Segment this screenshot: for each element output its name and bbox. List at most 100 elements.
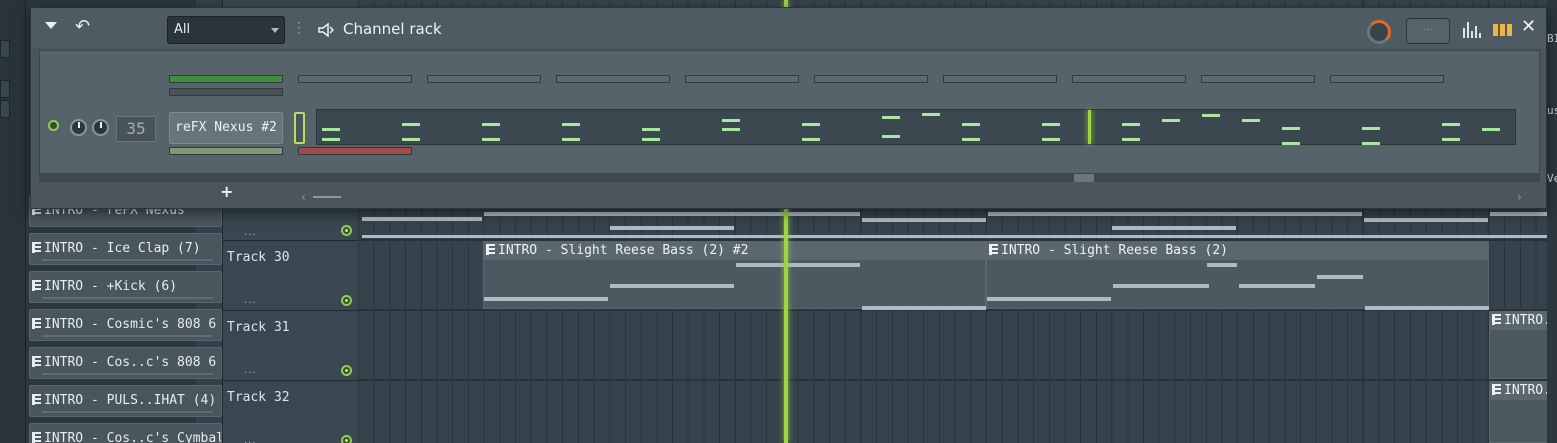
playlist-clip[interactable]: INTRO - Slight Reese Bass (2)	[986, 241, 1489, 310]
clip-note	[362, 235, 1557, 238]
channel-mixer-track[interactable]: 35	[116, 116, 156, 142]
piano-roll-note	[322, 138, 340, 141]
track-name: Track 30	[227, 250, 290, 265]
step-group-bar	[1201, 75, 1315, 83]
drag-handle-icon[interactable]: · · ·	[297, 17, 301, 39]
clip-note	[1113, 284, 1209, 288]
piano-roll-note	[922, 113, 940, 116]
clip-note	[1365, 306, 1489, 310]
swing-display[interactable]: ···	[1406, 18, 1450, 44]
track-mute-led[interactable]	[341, 365, 352, 376]
step-sequencer-view-icon[interactable]	[1493, 24, 1513, 36]
pattern-icon	[32, 280, 41, 291]
pattern-item[interactable]: INTRO - +Kick (6)	[29, 271, 222, 303]
graph-editor-icon[interactable]	[1463, 22, 1483, 38]
strip-marker[interactable]	[0, 40, 10, 58]
track-name: Track 31	[227, 320, 290, 335]
add-channel-button[interactable]: +	[220, 182, 233, 201]
clip-note	[484, 297, 608, 301]
clip-title: INTRO..ck	[1492, 382, 1554, 400]
channel-rack-window: ↶ All · · · Channel rack ··· ✕ 35 reFX N…	[30, 7, 1547, 209]
piano-roll-note	[1282, 142, 1300, 145]
playlist-clip[interactable]: INTRO - Slight Reese Bass (2) #2	[483, 241, 986, 310]
filter-value: All	[174, 22, 191, 37]
clip-title: INTRO - Slight Reese Bass (2)	[989, 242, 1486, 260]
channel-mute-led[interactable]	[48, 120, 59, 131]
track-mute-led[interactable]	[341, 435, 352, 443]
scroll-right-icon[interactable]: ›	[1517, 190, 1522, 204]
step-group-bar	[943, 75, 1057, 83]
step-group-bar	[814, 75, 928, 83]
window-title: Channel rack	[343, 20, 442, 38]
piano-roll-note	[882, 116, 900, 119]
right-edge-label: us	[1547, 104, 1557, 117]
close-icon[interactable]: ✕	[1521, 18, 1536, 36]
piano-roll-note	[1442, 123, 1460, 126]
channel-rack-titlebar[interactable]: ↶ All · · · Channel rack ··· ✕	[31, 8, 1546, 48]
clip-note	[1207, 263, 1237, 267]
step-group-bar	[1072, 75, 1186, 83]
group-color-bar	[169, 75, 283, 83]
track-dots: ...	[244, 227, 257, 238]
pattern-icon	[1492, 314, 1501, 325]
pattern-item[interactable]: INTRO - PULS..IHAT (4) #2	[29, 385, 222, 417]
swing-knob[interactable]	[1367, 20, 1391, 44]
channel-select-indicator[interactable]	[294, 112, 305, 144]
channel-pan-knob[interactable]	[70, 119, 87, 136]
horizontal-scroll-thumb[interactable]	[313, 196, 341, 198]
pattern-icon	[32, 394, 41, 405]
channel-filter-select[interactable]: All	[167, 16, 285, 44]
track-mute-led[interactable]	[341, 295, 352, 306]
clip-note	[484, 212, 860, 216]
piano-roll-note	[962, 123, 980, 126]
strip-marker[interactable]	[0, 80, 10, 98]
clip-note	[610, 226, 734, 230]
scroll-left-icon[interactable]: ‹	[301, 190, 306, 204]
piano-roll-note	[482, 138, 500, 141]
piano-roll-note	[1442, 138, 1460, 141]
track-dots: ...	[244, 365, 257, 376]
piano-roll-note	[802, 138, 820, 141]
piano-roll-note	[562, 138, 580, 141]
clip-note	[1239, 284, 1315, 288]
pattern-icon	[32, 432, 41, 443]
pattern-preview	[42, 335, 213, 337]
track-header[interactable]: Track 30 ...	[222, 240, 358, 310]
piano-roll-note	[1362, 127, 1380, 130]
left-tool-strip	[0, 0, 26, 443]
step-group-bar	[1330, 75, 1444, 83]
piano-roll-note	[1162, 119, 1180, 122]
undo-icon[interactable]: ↶	[75, 18, 90, 36]
pattern-item[interactable]: INTRO - Cos..c's 808 6 #2	[29, 347, 222, 379]
clip-note	[1317, 275, 1363, 279]
clip-note	[988, 212, 1362, 216]
piano-roll-note	[482, 123, 500, 126]
pattern-icon	[1492, 384, 1501, 395]
fl-studio-window: INTRO - reFX Nexus INTRO - Ice Clap (7) …	[0, 0, 1557, 443]
track-header[interactable]: Track 31 ...	[222, 310, 358, 380]
pattern-item[interactable]: INTRO - Ice Clap (7)	[29, 233, 222, 265]
group-color-bar	[169, 88, 283, 96]
piano-roll-preview[interactable]	[316, 109, 1516, 145]
strip-marker[interactable]	[0, 100, 10, 118]
pattern-icon	[486, 244, 495, 255]
track-dots: ...	[244, 295, 257, 306]
clip-note	[736, 263, 860, 267]
track-header[interactable]: Track 32 ...	[222, 380, 358, 443]
channel-volume-knob[interactable]	[92, 119, 109, 136]
scrollbar-thumb[interactable]	[1074, 174, 1094, 182]
pattern-item[interactable]: INTRO - Cos..c's Cymbal 1	[29, 423, 222, 443]
track-mute-led[interactable]	[341, 225, 352, 236]
piano-roll-note	[402, 123, 420, 126]
channel-name-button[interactable]: reFX Nexus #2	[169, 112, 283, 144]
track-separator	[358, 379, 1557, 381]
pattern-icon	[32, 318, 41, 329]
chevron-down-icon	[271, 28, 279, 33]
piano-roll-note	[1122, 138, 1140, 141]
pattern-item[interactable]: INTRO - Cosmic's 808 6	[29, 309, 222, 341]
options-menu-arrow-icon[interactable]	[45, 22, 57, 29]
track-dots: ...	[244, 435, 257, 443]
piano-roll-position-marker	[1088, 110, 1091, 144]
channel-rack-scrollbar[interactable]	[39, 174, 1540, 182]
clip-note	[1364, 218, 1488, 222]
